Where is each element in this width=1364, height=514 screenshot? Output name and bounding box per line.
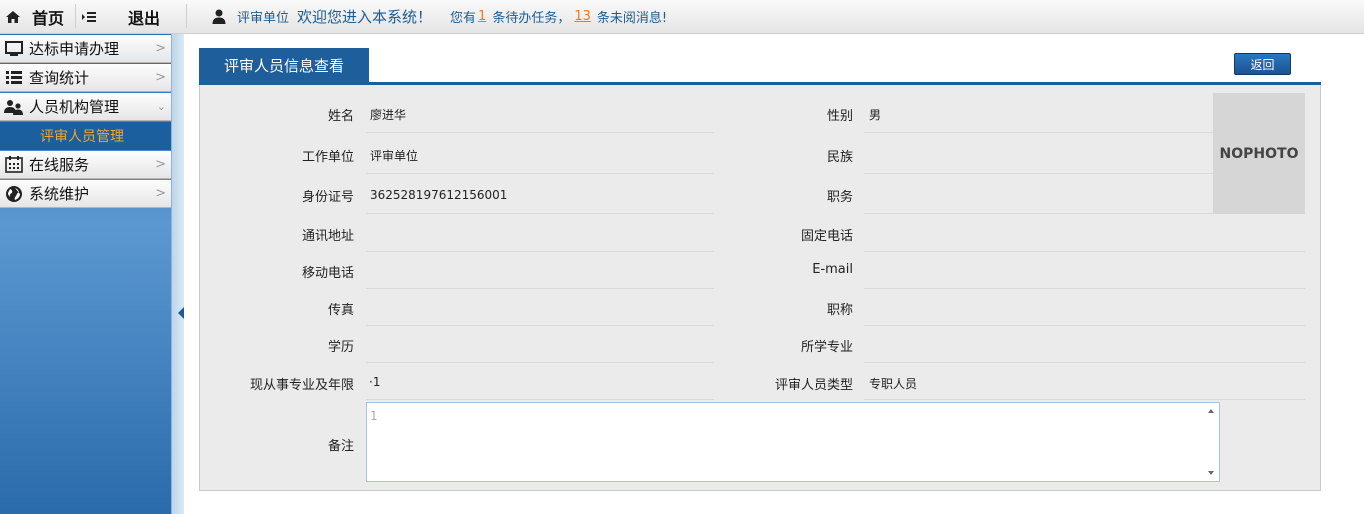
row-divider — [366, 213, 714, 214]
logout-label: 退出 — [128, 8, 161, 28]
landline-label: 固定电话 — [800, 229, 853, 244]
calendar-icon — [4, 156, 24, 173]
gender-label: 性别 — [826, 109, 853, 124]
home-label: 首页 — [32, 8, 65, 28]
monitor-icon — [4, 40, 24, 57]
row-divider — [366, 399, 714, 400]
gender-value: 男 — [869, 108, 882, 122]
sidebar-item-personnel-org[interactable]: 人员机构管理 ⌄ — [0, 93, 171, 121]
home-link[interactable]: 首页 — [5, 0, 64, 33]
sidebar-item-system-maintenance[interactable]: 系统维护 > — [0, 180, 171, 208]
remark-label: 备注 — [327, 439, 354, 454]
row-divider — [366, 173, 714, 174]
row-divider — [864, 173, 1213, 174]
list-icon — [4, 70, 24, 86]
sidebar-item-query-stats[interactable]: 查询统计 > — [0, 64, 171, 92]
tab-reviewer-info[interactable]: 评审人员信息查看 — [199, 48, 369, 82]
divider — [186, 4, 187, 28]
scroll-down-icon[interactable] — [1208, 471, 1214, 475]
row-divider — [864, 362, 1305, 363]
education-label: 学历 — [327, 340, 354, 355]
welcome-bar: 评审单位 欢迎您进入本系统！ 您有 1 条待办任务， 13 条未阅消息! — [212, 0, 667, 33]
work-unit-label: 工作单位 — [301, 150, 354, 165]
ethnicity-label: 民族 — [826, 150, 853, 165]
remark-textarea[interactable]: 1 — [366, 402, 1220, 482]
divider — [75, 4, 76, 28]
profession-years-value: ·1 — [369, 375, 381, 389]
globe-icon — [4, 185, 24, 203]
back-button[interactable]: 返回 — [1234, 53, 1291, 75]
mobile-label: 移动电话 — [301, 266, 354, 281]
top-bar: 首页 退出 评审单位 欢迎您进入本系统！ 您有 1 条待办任务， 13 条未阅消… — [0, 0, 1364, 34]
work-unit-value: 评审单位 — [370, 149, 419, 163]
todo-prefix: 您有 — [450, 11, 477, 26]
sidebar-item-standard-apply[interactable]: 达标申请办理 > — [0, 35, 171, 63]
profession-years-label: 现从事专业及年限 — [249, 378, 354, 393]
email-label: E-mail — [812, 262, 853, 277]
message-suffix: 条未阅消息! — [596, 11, 668, 26]
sidebar-subitem-label: 评审人员管理 — [40, 129, 124, 145]
logout-link[interactable]: 退出 — [128, 0, 160, 33]
scroll-up-icon[interactable] — [1208, 409, 1214, 413]
collapse-arrow-icon[interactable] — [178, 307, 184, 319]
major-label: 所学专业 — [800, 340, 853, 355]
photo-text: NOPHOTO — [1219, 145, 1299, 162]
welcome-text: 欢迎您进入本系统！ — [297, 8, 433, 26]
sidebar-item-label: 系统维护 — [29, 185, 90, 203]
todo-count-link[interactable]: 1 — [478, 9, 486, 24]
id-number-label: 身份证号 — [301, 190, 354, 205]
chevron-right-icon: > — [155, 186, 166, 201]
user-icon — [212, 9, 226, 24]
chevron-down-icon: ⌄ — [156, 100, 166, 113]
photo-placeholder: NOPHOTO — [1213, 93, 1305, 214]
name-value: 廖进华 — [370, 108, 407, 122]
chevron-right-icon: > — [155, 70, 166, 85]
name-label: 姓名 — [327, 109, 354, 124]
reviewer-type-value: 专职人员 — [869, 377, 918, 391]
position-label: 职务 — [826, 190, 853, 205]
remark-text: 1 — [370, 409, 378, 423]
sidebar-item-label: 达标申请办理 — [29, 40, 120, 58]
row-divider — [864, 213, 1213, 214]
row-divider — [366, 362, 714, 363]
users-icon — [4, 99, 24, 115]
user-unit: 评审单位 — [237, 11, 290, 26]
todo-suffix: 条待办任务， — [492, 11, 571, 26]
sidebar-item-online-service[interactable]: 在线服务 > — [0, 151, 171, 179]
job-title-label: 职称 — [826, 303, 853, 318]
chevron-right-icon: > — [155, 157, 166, 172]
sidebar-item-label: 查询统计 — [29, 69, 90, 87]
row-divider — [366, 288, 714, 289]
row-divider — [864, 325, 1305, 326]
row-divider — [864, 251, 1305, 252]
row-divider — [366, 132, 714, 133]
row-divider — [864, 288, 1305, 289]
fax-label: 传真 — [327, 303, 354, 318]
sidebar: 达标申请办理 > 查询统计 > 人员机构管理 ⌄ 评审人员管理 在线服务 > 系… — [0, 34, 171, 514]
chevron-right-icon: > — [155, 41, 166, 56]
row-divider — [864, 132, 1213, 133]
menu-toggle-button[interactable] — [81, 0, 97, 33]
row-divider — [366, 325, 714, 326]
row-divider — [366, 251, 714, 252]
address-label: 通讯地址 — [301, 229, 354, 244]
sidebar-subitem-reviewer-manage[interactable]: 评审人员管理 — [0, 122, 171, 150]
id-number-value: 362528197612156001 — [370, 188, 508, 202]
tab-label: 评审人员信息查看 — [223, 56, 344, 75]
reviewer-type-label: 评审人员类型 — [774, 378, 853, 393]
sidebar-item-label: 人员机构管理 — [29, 98, 120, 116]
home-icon — [6, 10, 20, 23]
message-count-link[interactable]: 13 — [574, 9, 591, 24]
row-divider — [864, 399, 1305, 400]
sidebar-splitter[interactable] — [171, 34, 184, 514]
indent-icon — [82, 11, 96, 22]
sidebar-item-label: 在线服务 — [29, 156, 90, 174]
